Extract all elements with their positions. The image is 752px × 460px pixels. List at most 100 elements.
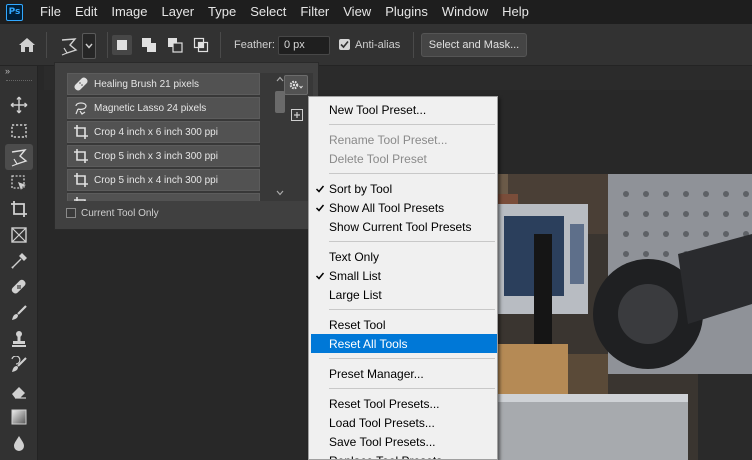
tools-panel: » xyxy=(0,66,38,460)
options-bar: Feather: 0 px Anti-alias Select and Mask… xyxy=(0,24,752,66)
crop-icon xyxy=(68,172,94,188)
crop-icon xyxy=(68,124,94,140)
scroll-down-icon[interactable] xyxy=(276,189,284,198)
marquee-tool-icon[interactable] xyxy=(5,118,33,144)
home-button[interactable] xyxy=(16,34,38,56)
menu-separator xyxy=(329,173,495,174)
panel-grip[interactable] xyxy=(6,80,32,83)
menu-image[interactable]: Image xyxy=(104,0,154,24)
gradient-tool-icon[interactable] xyxy=(5,404,33,430)
checkmark-icon xyxy=(340,40,349,49)
chevron-down-icon[interactable] xyxy=(82,33,96,59)
preset-label: Magnetic Lasso 24 pixels xyxy=(94,102,207,114)
brush-tool-icon[interactable] xyxy=(5,300,33,326)
menu-bar: Ps File Edit Image Layer Type Select Filter Vie… xyxy=(0,0,752,24)
polygonal-lasso-icon[interactable] xyxy=(56,32,82,60)
menu-item-small-list[interactable]: Small List xyxy=(311,266,497,285)
menu-item-label: Replace Tool Presets... xyxy=(329,454,452,460)
menu-item-sort-by-tool[interactable]: Sort by Tool xyxy=(311,179,497,198)
feather-input[interactable]: 0 px xyxy=(278,36,330,55)
menu-item-reset-tool[interactable]: Reset Tool xyxy=(311,315,497,334)
menu-layer[interactable]: Layer xyxy=(155,0,202,24)
preset-label: Healing Brush 21 pixels xyxy=(94,78,200,90)
menu-list: File Edit Image Layer Type Select Filter View Pl… xyxy=(33,0,536,24)
menu-help[interactable]: Help xyxy=(495,0,536,24)
menu-item-label: New Tool Preset... xyxy=(329,102,427,117)
menu-view[interactable]: View xyxy=(336,0,378,24)
menu-plugins[interactable]: Plugins xyxy=(378,0,435,24)
current-tool-only-checkbox[interactable] xyxy=(66,208,76,218)
checkmark-icon xyxy=(311,203,329,213)
new-selection-button[interactable] xyxy=(112,35,132,55)
menu-item-save-tool-presets[interactable]: Save Tool Presets... xyxy=(311,432,497,451)
menu-separator xyxy=(329,309,495,310)
menu-item-load-tool-presets[interactable]: Load Tool Presets... xyxy=(311,413,497,432)
photoshop-logo[interactable]: Ps xyxy=(6,3,23,21)
menu-file[interactable]: File xyxy=(33,0,68,24)
preset-label: Crop 5 inch x 3 inch 300 ppi xyxy=(94,150,218,162)
magnetic-lasso-icon xyxy=(68,100,94,116)
options-divider xyxy=(220,32,221,58)
menu-item-large-list[interactable]: Large List xyxy=(311,285,497,304)
panel-menu-button[interactable] xyxy=(284,75,308,95)
tool-preset-list[interactable]: Healing Brush 21 pixels Magnetic Lasso 24… xyxy=(67,73,313,201)
new-preset-button[interactable] xyxy=(291,109,303,121)
eraser-tool-icon[interactable] xyxy=(5,378,33,404)
menu-item-label: Show Current Tool Presets xyxy=(329,219,472,234)
preset-label: Crop 4 inch x 6 inch 300 ppi xyxy=(94,126,218,138)
menu-item-reset-all-tools[interactable]: Reset All Tools xyxy=(311,334,497,353)
preset-list-item[interactable]: Crop 4 inch x 6 inch 300 ppi xyxy=(67,121,260,143)
preset-list-item[interactable] xyxy=(67,193,260,201)
menu-item-label: Large List xyxy=(329,287,382,302)
clone-stamp-tool-icon[interactable] xyxy=(5,326,33,352)
menu-window[interactable]: Window xyxy=(435,0,495,24)
preset-list-item[interactable]: Crop 5 inch x 4 inch 300 ppi xyxy=(67,169,260,191)
intersect-selection-button[interactable] xyxy=(191,35,211,55)
menu-separator xyxy=(329,241,495,242)
preset-context-menu: New Tool Preset... Rename Tool Preset... D… xyxy=(308,96,498,460)
add-to-selection-button[interactable] xyxy=(139,35,159,55)
menu-item-show-all-tool-presets[interactable]: Show All Tool Presets xyxy=(311,198,497,217)
scroll-up-icon[interactable] xyxy=(276,75,284,84)
menu-item-label: Sort by Tool xyxy=(329,181,393,196)
select-and-mask-button[interactable]: Select and Mask... xyxy=(421,33,527,57)
menu-edit[interactable]: Edit xyxy=(68,0,104,24)
add-selection-icon xyxy=(142,38,156,52)
preset-list-item[interactable]: Magnetic Lasso 24 pixels xyxy=(67,97,260,119)
menu-item-replace-tool-presets[interactable]: Replace Tool Presets... xyxy=(311,451,497,460)
menu-item-text-only[interactable]: Text Only xyxy=(311,247,497,266)
antialias-checkbox[interactable] xyxy=(339,39,350,50)
crop-tool-icon[interactable] xyxy=(5,196,33,222)
current-tool-only-label: Current Tool Only xyxy=(81,208,159,219)
menu-item-rename-tool-preset: Rename Tool Preset... xyxy=(311,130,497,149)
menu-item-label: Load Tool Presets... xyxy=(329,415,435,430)
blur-tool-icon[interactable] xyxy=(5,430,33,456)
new-selection-icon xyxy=(117,40,127,50)
healing-brush-icon xyxy=(68,76,94,92)
polygonal-lasso-tool-icon[interactable] xyxy=(5,144,33,170)
frame-tool-icon[interactable] xyxy=(5,222,33,248)
history-brush-tool-icon[interactable] xyxy=(5,352,33,378)
menu-item-show-current-tool-presets[interactable]: Show Current Tool Presets xyxy=(311,217,497,236)
object-selection-tool-icon[interactable] xyxy=(5,170,33,196)
preset-label: Crop 5 inch x 4 inch 300 ppi xyxy=(94,174,218,186)
subtract-from-selection-button[interactable] xyxy=(165,35,185,55)
menu-item-label: Reset All Tools xyxy=(329,336,408,351)
preset-list-item[interactable]: Healing Brush 21 pixels xyxy=(67,73,260,95)
tool-preset-picker[interactable] xyxy=(56,32,98,60)
menu-item-preset-manager[interactable]: Preset Manager... xyxy=(311,364,497,383)
menu-item-new-tool-preset[interactable]: New Tool Preset... xyxy=(311,100,497,119)
menu-select[interactable]: Select xyxy=(243,0,293,24)
eyedropper-tool-icon[interactable] xyxy=(5,248,33,274)
healing-brush-tool-icon[interactable] xyxy=(5,274,33,300)
menu-item-label: Reset Tool xyxy=(329,317,386,332)
expand-panel-icon[interactable]: » xyxy=(5,66,10,76)
menu-separator xyxy=(329,388,495,389)
options-divider xyxy=(107,32,108,58)
menu-type[interactable]: Type xyxy=(201,0,243,24)
menu-item-delete-tool-preset: Delete Tool Preset xyxy=(311,149,497,168)
menu-item-reset-tool-presets[interactable]: Reset Tool Presets... xyxy=(311,394,497,413)
preset-list-item[interactable]: Crop 5 inch x 3 inch 300 ppi xyxy=(67,145,260,167)
menu-filter[interactable]: Filter xyxy=(293,0,336,24)
move-tool-icon[interactable] xyxy=(5,92,33,118)
